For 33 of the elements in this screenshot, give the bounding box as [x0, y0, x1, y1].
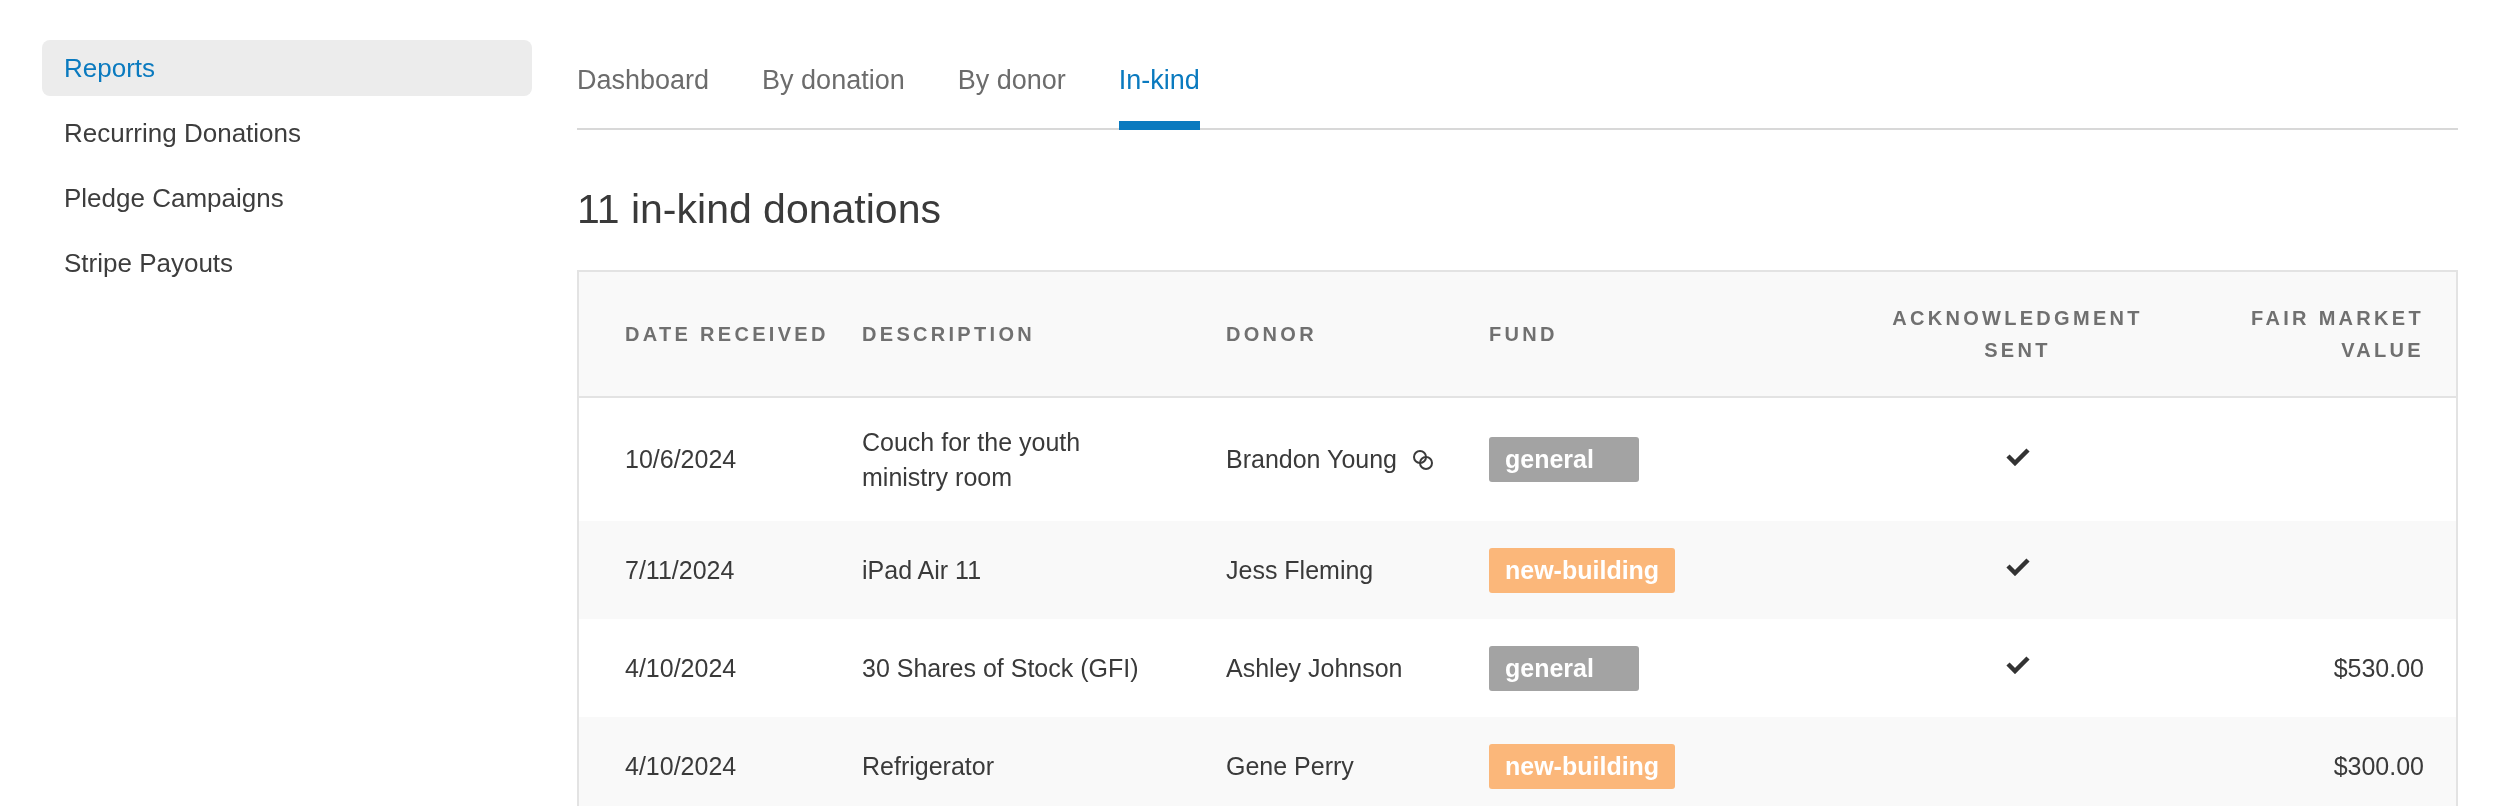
column-header: FUND [1489, 322, 1558, 347]
tab[interactable]: In-kind [1118, 40, 1200, 130]
value-cell-text: $300.00 [2333, 750, 2424, 782]
description-cell-text: 30 Shares of Stock (GFI) [862, 652, 1139, 684]
date-cell-text: 10/6/2024 [625, 444, 737, 475]
column-header: FAIR MARKET VALUE [2250, 306, 2424, 363]
description-cell-text: iPad Air 11 [862, 554, 982, 586]
donor-cell-text: Jess Fleming [1226, 554, 1374, 586]
tab[interactable]: Dashboard [577, 40, 710, 130]
value-cell-text: $530.00 [2333, 652, 2424, 684]
sidebar-item[interactable]: Reports [42, 40, 532, 96]
tab[interactable]: By donor [957, 40, 1066, 130]
date-cell-text: 4/10/2024 [625, 750, 737, 782]
description-cell-text: Refrigerator [862, 750, 994, 782]
donor-cell-text: Brandon Young [1226, 444, 1397, 475]
sidebar-item[interactable]: Recurring Donations [42, 105, 532, 161]
fund-tag: general [1489, 437, 1639, 482]
page-title: 11 in-kind donations [577, 186, 942, 234]
fund-tag: new-building [1489, 547, 1676, 593]
tab[interactable]: By donation [762, 40, 905, 130]
description-cell-text: Couch for the youth ministry room [862, 426, 1082, 493]
date-cell-text: 7/11/2024 [625, 554, 735, 586]
date-cell-text: 4/10/2024 [625, 652, 737, 684]
column-header: DESCRIPTION [862, 322, 1035, 347]
column-header: DATE RECEIVED [625, 322, 829, 347]
fund-tag: new-building [1489, 743, 1676, 789]
sidebar-item[interactable]: Stripe Payouts [42, 235, 532, 291]
column-header: ACKNOWLEDGMENT SENT [1891, 306, 2144, 363]
donor-cell-text: Ashley Johnson [1226, 652, 1403, 684]
sidebar-item[interactable]: Pledge Campaigns [42, 170, 532, 226]
fund-tag: general [1489, 645, 1639, 691]
column-header: DONOR [1226, 322, 1317, 347]
donor-cell-text: Gene Perry [1226, 750, 1354, 782]
